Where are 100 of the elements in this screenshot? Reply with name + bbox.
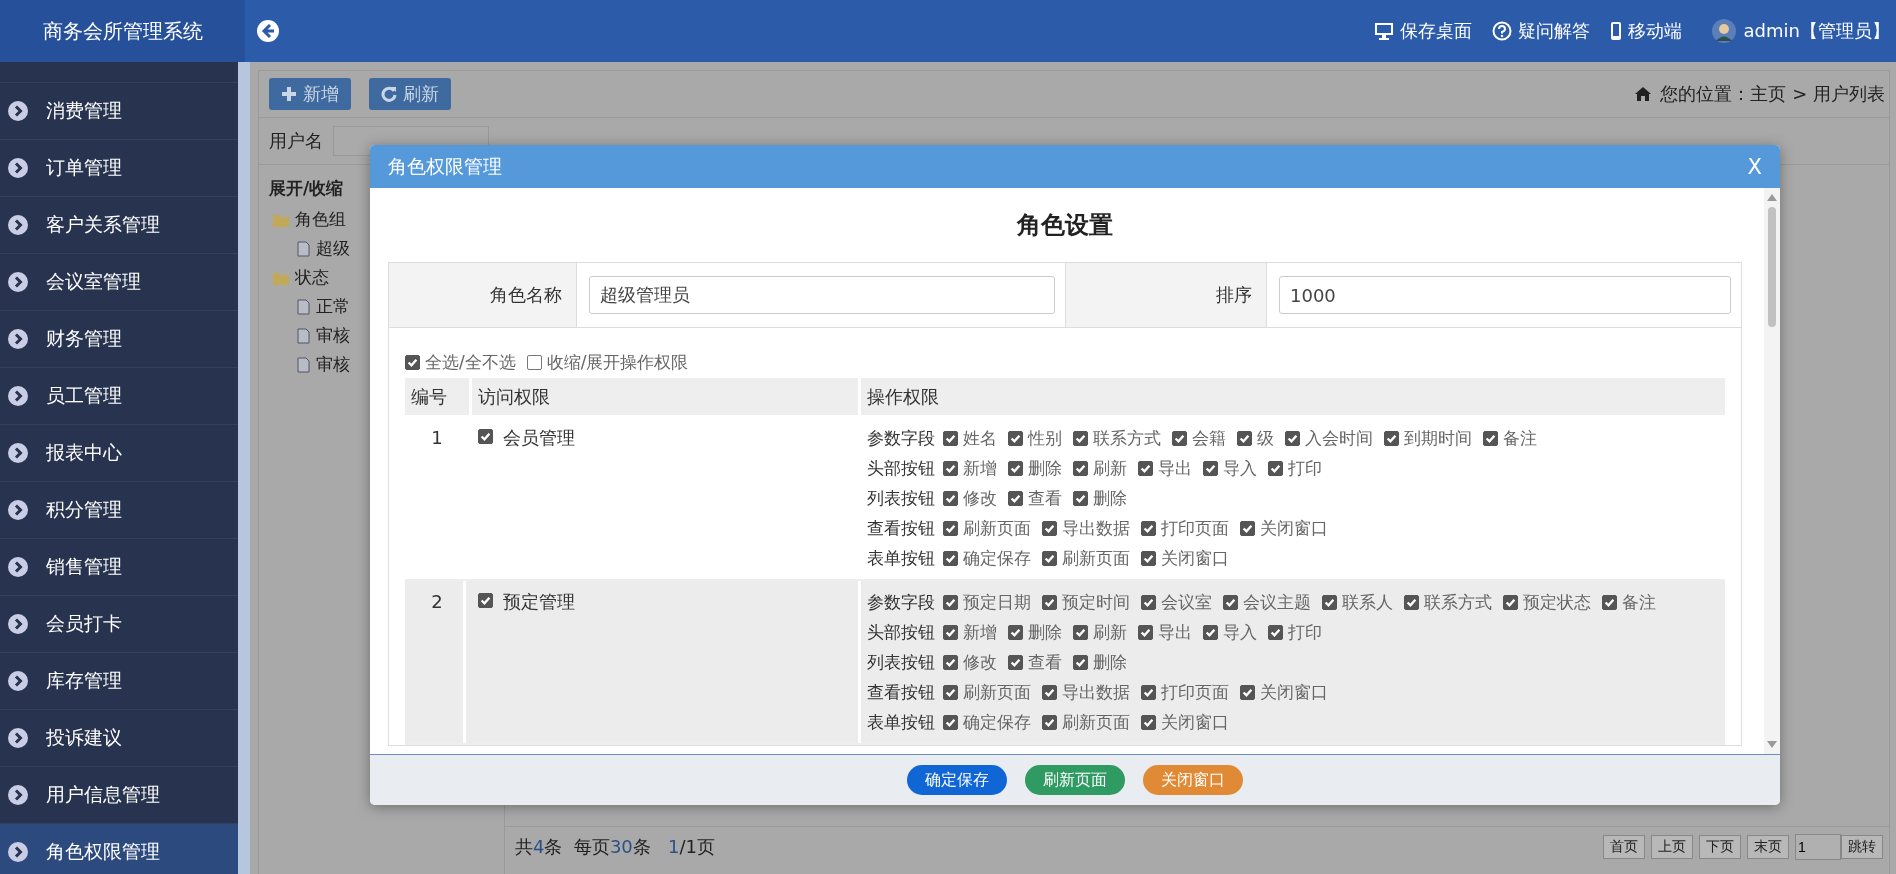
add-button[interactable]: 新增: [269, 78, 351, 110]
sidebar-item[interactable]: 员工管理: [0, 368, 238, 425]
tree-leaf[interactable]: 超级: [316, 237, 350, 260]
checkbox[interactable]: [1042, 714, 1057, 730]
checkbox[interactable]: [1240, 520, 1255, 536]
tree-node[interactable]: 状态: [295, 266, 329, 289]
checkbox[interactable]: [1042, 684, 1057, 700]
checkbox[interactable]: [1203, 460, 1218, 476]
checkbox[interactable]: [1203, 624, 1218, 640]
checkbox[interactable]: [478, 429, 493, 444]
checkbox[interactable]: [1042, 520, 1057, 536]
checkbox[interactable]: [1008, 490, 1023, 506]
checkbox[interactable]: [1141, 594, 1156, 610]
refresh-button[interactable]: 刷新: [369, 78, 451, 110]
checkbox[interactable]: [1172, 430, 1187, 446]
checkbox[interactable]: [1141, 714, 1156, 730]
checkbox[interactable]: [943, 594, 958, 610]
checkbox[interactable]: [1073, 624, 1088, 640]
checkbox[interactable]: [1237, 430, 1252, 446]
checkbox[interactable]: [1268, 624, 1283, 640]
sidebar-item[interactable]: 报表中心: [0, 425, 238, 482]
checkbox[interactable]: [943, 520, 958, 536]
sidebar-item[interactable]: 投诉建议: [0, 710, 238, 767]
checkbox-label: 备注: [1503, 426, 1537, 450]
help-link[interactable]: 疑问解答: [1491, 19, 1590, 43]
checkbox[interactable]: [1268, 460, 1283, 476]
checkbox[interactable]: [943, 430, 958, 446]
checkbox[interactable]: [1042, 550, 1057, 566]
checkbox[interactable]: [1240, 684, 1255, 700]
avatar-icon[interactable]: [1711, 19, 1736, 43]
checkbox[interactable]: [943, 460, 958, 476]
scrollbar[interactable]: [238, 62, 250, 874]
checkbox[interactable]: [1483, 430, 1498, 446]
checkbox[interactable]: [1141, 520, 1156, 536]
monitor-icon[interactable]: [1373, 22, 1394, 40]
checkbox[interactable]: [1138, 460, 1153, 476]
checkbox[interactable]: [1602, 594, 1617, 610]
scrollbar[interactable]: [1764, 188, 1780, 754]
sidebar-item[interactable]: 积分管理: [0, 482, 238, 539]
text-field[interactable]: 1000: [1279, 276, 1731, 314]
checkbox[interactable]: [1073, 654, 1088, 670]
checkbox[interactable]: [1141, 684, 1156, 700]
text-field[interactable]: 超级管理员: [589, 276, 1055, 314]
save-button[interactable]: 确定保存: [907, 765, 1007, 795]
checkbox[interactable]: [943, 654, 958, 670]
checkbox[interactable]: [1223, 594, 1238, 610]
checkbox[interactable]: [1138, 624, 1153, 640]
checkbox[interactable]: [1008, 460, 1023, 476]
sidebar-item[interactable]: 销售管理: [0, 539, 238, 596]
checkbox-label: 刷新: [1093, 456, 1127, 480]
tree-leaf[interactable]: 审核: [316, 353, 350, 376]
checkbox[interactable]: [943, 684, 958, 700]
sidebar-item[interactable]: 会员打卡: [0, 596, 238, 653]
help-icon[interactable]: [1491, 21, 1512, 41]
checkbox[interactable]: [1503, 594, 1518, 610]
mobile-link[interactable]: 移动端: [1609, 19, 1682, 43]
checkbox[interactable]: [1285, 430, 1300, 446]
pager-button[interactable]: 下页: [1699, 835, 1741, 859]
checkbox[interactable]: [1322, 594, 1337, 610]
user-name[interactable]: admin【管理员】: [1743, 19, 1890, 43]
checkbox[interactable]: [1073, 490, 1088, 506]
pager-button[interactable]: 首页: [1603, 835, 1645, 859]
checkbox[interactable]: [1008, 430, 1023, 446]
sidebar-item[interactable]: 会议室管理: [0, 254, 238, 311]
sidebar-item[interactable]: 订单管理: [0, 140, 238, 197]
refresh-button[interactable]: 刷新页面: [1025, 765, 1125, 795]
checkbox[interactable]: [1404, 594, 1419, 610]
sidebar-item[interactable]: 财务管理: [0, 311, 238, 368]
checkbox-label: 预定日期: [963, 590, 1031, 614]
checkbox[interactable]: [1073, 460, 1088, 476]
brand-title: 商务会所管理系统: [0, 0, 245, 62]
page-field[interactable]: 1: [1795, 834, 1841, 860]
checkbox[interactable]: [526, 355, 542, 370]
checkbox[interactable]: [943, 550, 958, 566]
checkbox[interactable]: [1008, 624, 1023, 640]
tree-leaf[interactable]: 审核: [316, 324, 350, 347]
checkbox[interactable]: [943, 714, 958, 730]
phone-icon[interactable]: [1609, 21, 1622, 41]
checkbox-label: 备注: [1622, 590, 1656, 614]
checkbox[interactable]: [1384, 430, 1399, 446]
desktop-link[interactable]: 保存桌面: [1373, 19, 1472, 43]
sidebar-item[interactable]: 消费管理: [0, 83, 238, 140]
checkbox[interactable]: [943, 624, 958, 640]
tree-leaf[interactable]: 正常: [316, 295, 350, 318]
checkbox[interactable]: [943, 490, 958, 506]
checkbox[interactable]: [1008, 654, 1023, 670]
pager-button[interactable]: 末页: [1747, 835, 1789, 859]
jump-button[interactable]: 跳转: [1841, 835, 1883, 859]
tree-node[interactable]: 角色组: [295, 208, 346, 231]
chevron-icon: [8, 386, 28, 406]
pager-button[interactable]: 上页: [1651, 835, 1693, 859]
sidebar-item[interactable]: 库存管理: [0, 653, 238, 710]
checkbox[interactable]: [1042, 594, 1057, 610]
back-icon[interactable]: [257, 20, 279, 42]
checkbox[interactable]: [405, 355, 420, 370]
checkbox[interactable]: [1141, 550, 1156, 566]
sidebar-item[interactable]: 角色权限管理: [0, 824, 238, 874]
sidebar-item[interactable]: 客户关系管理: [0, 197, 238, 254]
checkbox[interactable]: [1073, 430, 1088, 446]
checkbox[interactable]: [478, 593, 493, 608]
